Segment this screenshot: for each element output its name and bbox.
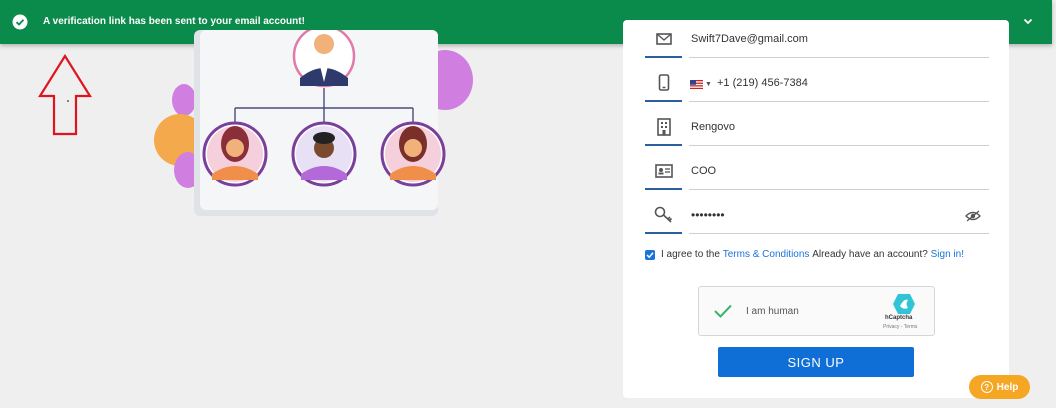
terms-checkbox[interactable] [645, 249, 655, 260]
signup-card: Swift7Dave@gmail.com ▼ +1 (219) 456-7384 [623, 20, 1009, 398]
captcha-links[interactable]: Privacy - Terms [883, 324, 917, 330]
us-flag-icon[interactable] [690, 80, 703, 89]
email-icon [656, 33, 672, 45]
signup-button[interactable]: SIGN UP [718, 347, 914, 377]
captcha-check-icon[interactable] [713, 303, 733, 319]
field-icon-underline [645, 188, 682, 190]
company-field[interactable]: Rengovo [645, 116, 989, 146]
building-icon [657, 118, 671, 136]
hcaptcha-logo-icon [893, 294, 915, 314]
chevron-down-icon[interactable] [1022, 15, 1034, 27]
email-value[interactable]: Swift7Dave@gmail.com [691, 33, 808, 45]
checkmark-icon [646, 251, 654, 258]
job-title-value[interactable]: COO [691, 165, 716, 177]
signin-link[interactable]: Sign in! [931, 249, 964, 260]
field-icon-underline [645, 56, 682, 58]
help-button[interactable]: ? Help [969, 375, 1030, 399]
field-underline [689, 101, 989, 102]
agree-prefix: I agree to the [661, 249, 720, 260]
check-circle-icon [12, 14, 28, 30]
company-value[interactable]: Rengovo [691, 121, 735, 133]
phone-field[interactable]: ▼ +1 (219) 456-7384 [645, 72, 989, 102]
annotation-arrow-icon [38, 54, 92, 136]
id-card-icon [655, 164, 673, 178]
captcha-label: I am human [746, 306, 799, 317]
field-underline [689, 57, 989, 58]
field-icon-underline [645, 100, 682, 102]
eye-icon[interactable] [965, 210, 981, 222]
phone-value[interactable]: +1 (219) 456-7384 [717, 77, 808, 89]
country-dropdown-caret-icon[interactable]: ▼ [705, 81, 712, 88]
field-icon-underline [645, 144, 682, 146]
field-icon-underline [645, 232, 682, 234]
password-value[interactable]: •••••••• [691, 208, 725, 222]
key-icon [654, 206, 673, 223]
org-chart-illustration [154, 30, 473, 216]
hcaptcha-widget: I am human hCaptcha Privacy - Terms [698, 286, 935, 336]
terms-row: I agree to the Terms & Conditions Alread… [645, 249, 964, 260]
toast-message: A verification link has been sent to you… [43, 16, 305, 27]
field-underline [689, 189, 989, 190]
terms-link[interactable]: Terms & Conditions [723, 249, 810, 260]
phone-icon [658, 74, 670, 91]
have-account-text: Already have an account? [812, 249, 928, 260]
help-label: Help [996, 381, 1019, 393]
field-underline [689, 233, 989, 234]
help-icon: ? [980, 381, 993, 393]
captcha-brand: hCaptcha [885, 315, 913, 321]
password-field[interactable]: •••••••• [645, 204, 989, 234]
field-underline [689, 145, 989, 146]
job-title-field[interactable]: COO [645, 160, 989, 190]
email-field[interactable]: Swift7Dave@gmail.com [645, 28, 989, 58]
